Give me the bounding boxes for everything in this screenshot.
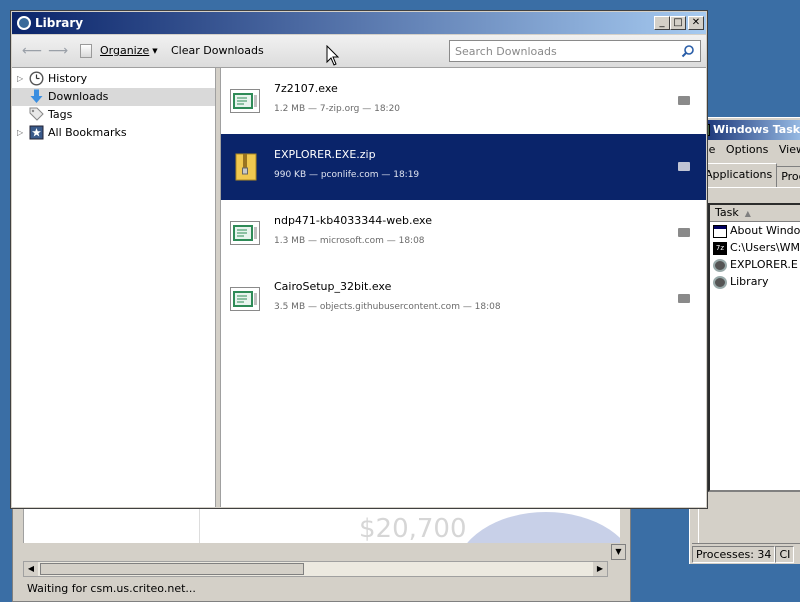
task-row[interactable]: Library <box>710 273 800 290</box>
open-folder-icon[interactable] <box>678 162 690 171</box>
organize-button[interactable]: Organize ▼ <box>80 42 158 60</box>
firefox-icon <box>713 275 727 289</box>
price-text: $20,700 <box>359 514 467 543</box>
sidebar-item-label: Tags <box>48 108 73 121</box>
task-manager-titlebar[interactable]: Windows Task M <box>692 120 800 140</box>
cmd-icon: 7z <box>713 241 727 255</box>
download-filename: CairoSetup_32bit.exe <box>274 280 392 293</box>
download-filename: ndp471-kb4033344-web.exe <box>274 214 432 227</box>
download-item[interactable]: CairoSetup_32bit.exe 3.5 MB — objects.gi… <box>221 266 706 332</box>
sidebar-item-label: All Bookmarks <box>48 126 127 139</box>
menu-options[interactable]: Options <box>726 142 768 158</box>
maximize-button[interactable]: □ <box>670 16 686 30</box>
download-details: 3.5 MB — objects.githubusercontent.com —… <box>274 302 501 312</box>
open-folder-icon[interactable] <box>678 294 690 303</box>
download-item[interactable]: EXPLORER.EXE.zip 990 KB — pconlife.com —… <box>221 134 706 200</box>
sidebar-item-tags[interactable]: Tags <box>12 106 215 124</box>
cpu-usage: CI <box>775 546 795 563</box>
clear-downloads-button[interactable]: Clear Downloads <box>171 42 264 60</box>
task-name: C:\Users\WM <box>730 241 800 254</box>
menu-view[interactable]: View <box>779 142 800 158</box>
organize-label: Organize <box>100 44 150 57</box>
library-body: ▷ History Downloads Tags ▷ All Bookmarks… <box>12 68 706 507</box>
task-name: About Windo <box>730 224 800 237</box>
tab-applications[interactable]: Applications <box>700 163 778 187</box>
window-icon <box>713 224 727 238</box>
task-manager-statusbar: Processes: 34 CI <box>692 543 800 563</box>
expand-icon[interactable]: ▷ <box>17 70 23 88</box>
close-button[interactable]: ✕ <box>688 16 704 30</box>
library-titlebar[interactable]: Library _ □ ✕ <box>12 12 706 34</box>
library-window[interactable]: Library _ □ ✕ ⟵ ⟶ Organize ▼ Clear Downlo… <box>10 10 708 509</box>
library-toolbar: ⟵ ⟶ Organize ▼ Clear Downloads <box>12 35 706 68</box>
sidebar-item-label: Downloads <box>48 90 109 103</box>
tags-icon <box>29 107 44 121</box>
download-details: 990 KB — pconlife.com — 18:19 <box>274 170 420 180</box>
divider <box>199 506 200 543</box>
download-details: 1.2 MB — 7-zip.org — 18:20 <box>274 104 401 114</box>
page-graphic <box>456 512 620 543</box>
scroll-left-button[interactable]: ◀ <box>24 562 38 576</box>
task-name: EXPLORER.E <box>730 258 798 271</box>
task-name: Library <box>730 275 769 288</box>
firefox-icon <box>713 258 727 272</box>
sidebar-item-label: History <box>48 72 88 85</box>
task-manager-title: Windows Task M <box>713 123 800 136</box>
firefox-icon <box>17 16 31 30</box>
scrollbar-thumb[interactable] <box>40 563 304 575</box>
sort-up-icon: ▲ <box>744 209 751 218</box>
background-browser-window: $20,700 ▼ ◀ ▶ Waiting for csm.us.criteo.… <box>12 505 631 602</box>
library-title: Library <box>35 16 84 30</box>
history-icon <box>29 71 44 86</box>
minimize-button[interactable]: _ <box>654 16 670 30</box>
downloads-list[interactable]: 7z2107.exe 1.2 MB — 7-zip.org — 18:20 EX… <box>221 68 706 507</box>
processes-count: Processes: 34 <box>692 546 776 563</box>
scroll-right-button[interactable]: ▶ <box>593 562 607 576</box>
exe-file-icon <box>230 89 260 113</box>
forward-arrow-icon[interactable]: ⟶ <box>48 43 68 59</box>
scroll-down-button[interactable]: ▼ <box>611 544 626 560</box>
sidebar-item-all-bookmarks[interactable]: ▷ All Bookmarks <box>12 124 215 142</box>
task-row[interactable]: 7z C:\Users\WM <box>710 239 800 256</box>
search-input[interactable] <box>450 41 680 61</box>
exe-file-icon <box>230 221 260 245</box>
sidebar-item-history[interactable]: ▷ History <box>12 70 215 88</box>
exe-file-icon <box>230 287 260 311</box>
status-bar-text: Waiting for csm.us.criteo.net... <box>27 582 196 595</box>
sidebar-item-downloads[interactable]: Downloads <box>12 88 215 106</box>
library-sidebar: ▷ History Downloads Tags ▷ All Bookmarks <box>12 68 216 507</box>
expand-icon[interactable]: ▷ <box>17 124 23 142</box>
zip-file-icon <box>235 153 257 181</box>
task-row[interactable]: About Windo <box>710 222 800 239</box>
task-list[interactable]: Task ▲ About Windo 7z C:\Users\WM EXPLORER… <box>708 203 800 492</box>
organize-icon <box>80 44 92 58</box>
open-folder-icon[interactable] <box>678 96 690 105</box>
download-details: 1.3 MB — microsoft.com — 18:08 <box>274 236 425 246</box>
back-arrow-icon[interactable]: ⟵ <box>22 43 42 59</box>
task-row[interactable]: EXPLORER.E <box>710 256 800 273</box>
task-manager-tabs: ApplicationsProce <box>700 163 800 187</box>
download-item[interactable]: 7z2107.exe 1.2 MB — 7-zip.org — 18:20 <box>221 68 706 134</box>
download-filename: 7z2107.exe <box>274 82 338 95</box>
open-folder-icon[interactable] <box>678 228 690 237</box>
download-item[interactable]: ndp471-kb4033344-web.exe 1.3 MB — micros… <box>221 200 706 266</box>
background-page-content: $20,700 <box>23 506 620 543</box>
tab-processes[interactable]: Proce <box>776 166 800 187</box>
column-header-label: Task <box>715 206 739 219</box>
bookmarks-icon <box>29 125 44 140</box>
search-box[interactable] <box>449 40 701 62</box>
downloads-icon <box>30 89 43 103</box>
horizontal-scrollbar[interactable]: ◀ ▶ <box>23 561 608 577</box>
mouse-cursor-icon <box>326 45 340 66</box>
column-header-task[interactable]: Task ▲ <box>710 205 800 222</box>
download-filename: EXPLORER.EXE.zip <box>274 148 376 161</box>
search-icon[interactable] <box>681 44 695 58</box>
dropdown-caret-icon: ▼ <box>152 47 158 55</box>
